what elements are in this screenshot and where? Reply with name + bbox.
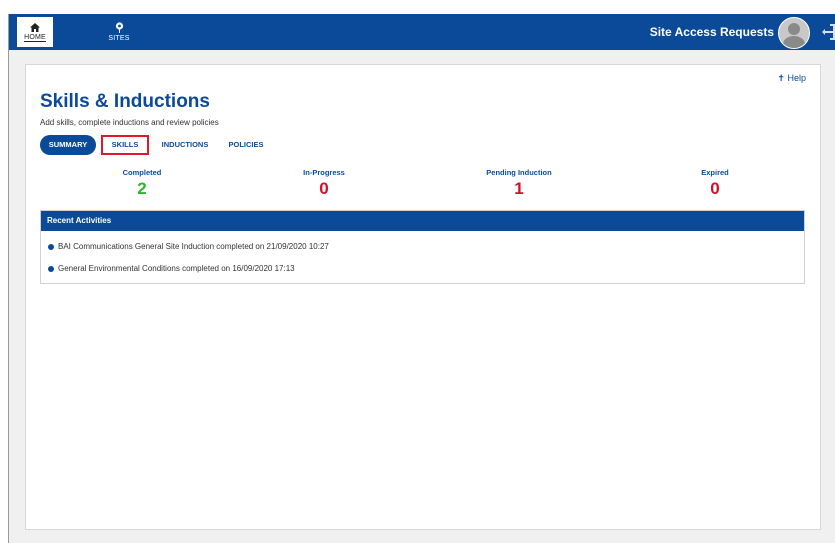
activity-text: BAI Communications General Site Inductio…: [58, 242, 329, 251]
site-access-requests-link[interactable]: Site Access Requests: [650, 25, 774, 39]
nav-home[interactable]: HOME: [17, 17, 53, 47]
stat-pending-induction-value: 1: [514, 179, 524, 198]
stat-in-progress-value: 0: [319, 179, 329, 198]
bullet-icon: [48, 243, 54, 250]
bullet-icon: [48, 265, 54, 272]
nav-sites-label: SITES: [108, 35, 130, 42]
stat-expired-label: Expired: [701, 168, 729, 177]
stat-in-progress: In-Progress 0: [264, 168, 384, 199]
user-avatar[interactable]: [778, 17, 810, 49]
help-icon: ✝: [777, 73, 785, 83]
list-item: BAI Communications General Site Inductio…: [48, 242, 329, 251]
stat-pending-induction: Pending Induction 1: [459, 168, 579, 199]
list-item: General Environmental Conditions complet…: [48, 264, 295, 273]
stat-completed-label: Completed: [122, 168, 162, 177]
stat-completed-value: 2: [137, 179, 147, 198]
tab-policies[interactable]: POLICIES: [223, 135, 269, 155]
nav-home-label: HOME: [24, 33, 46, 42]
help-label: Help: [787, 73, 806, 83]
stat-expired: Expired 0: [655, 168, 775, 199]
recent-activities-card: Recent Activities BAI Communications Gen…: [40, 210, 805, 284]
home-icon: [30, 22, 40, 32]
tab-summary[interactable]: SUMMARY: [40, 135, 96, 155]
page-subtitle: Add skills, complete inductions and revi…: [40, 118, 219, 127]
stat-completed: Completed 2: [82, 168, 202, 199]
nav-sites[interactable]: SITES: [101, 17, 137, 47]
tab-inductions[interactable]: INDUCTIONS: [156, 135, 214, 155]
activity-text: General Environmental Conditions complet…: [58, 264, 295, 273]
stat-pending-induction-label: Pending Induction: [486, 168, 552, 177]
tab-skills[interactable]: SKILLS: [101, 135, 149, 155]
help-link[interactable]: ✝ Help: [777, 73, 806, 84]
recent-activities-header: Recent Activities: [41, 211, 804, 231]
app-window: HOME SITES Site Access Requests ✝ Help S…: [8, 14, 835, 543]
sites-pin-icon: [115, 22, 123, 33]
avatar-head-shape: [788, 23, 800, 35]
top-navigation-bar: HOME SITES Site Access Requests: [9, 14, 835, 50]
stat-expired-value: 0: [710, 179, 720, 198]
page-title: Skills & Inductions: [40, 91, 210, 112]
logout-icon[interactable]: [820, 22, 835, 42]
avatar-body-shape: [783, 36, 805, 48]
stat-in-progress-label: In-Progress: [303, 168, 345, 177]
skills-inductions-panel: ✝ Help Skills & Inductions Add skills, c…: [25, 64, 821, 530]
